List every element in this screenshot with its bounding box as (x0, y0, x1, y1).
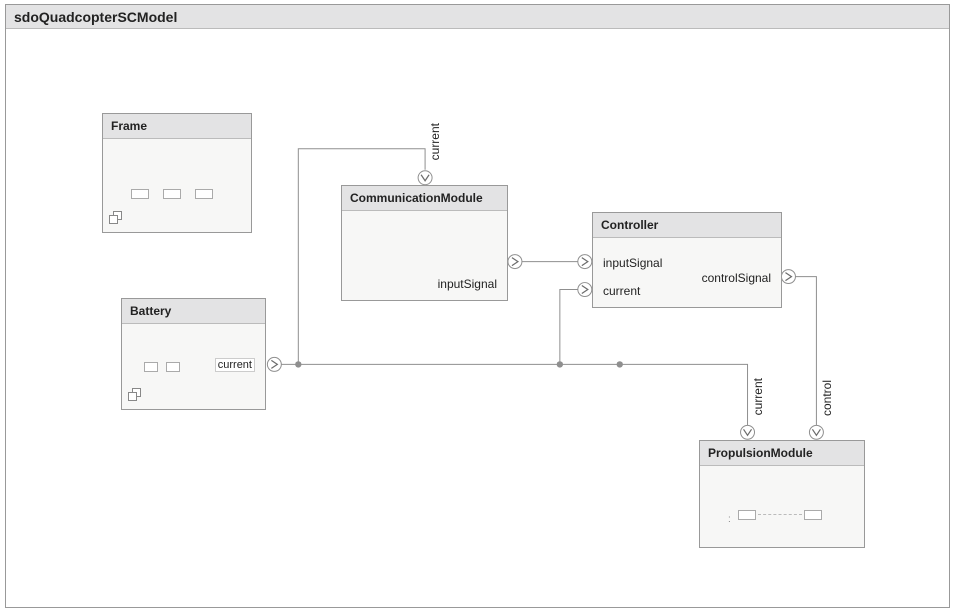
block-controller-title: Controller (593, 213, 781, 238)
port-label-comm-inputsignal: inputSignal (438, 277, 497, 291)
subblock-placeholder (738, 510, 756, 520)
block-propulsion-title: PropulsionModule (700, 441, 864, 466)
port-controller-inputsignal (578, 255, 592, 269)
subblock-placeholder (163, 189, 181, 199)
block-propulsion[interactable]: PropulsionModule : (699, 440, 865, 548)
block-frame-title: Frame (103, 114, 251, 139)
block-frame-body (103, 139, 251, 231)
block-frame[interactable]: Frame (102, 113, 252, 233)
subblock-placeholder (144, 362, 158, 372)
subsystem-icon (109, 211, 123, 225)
window-title: sdoQuadcopterSCModel (14, 9, 177, 25)
ellipsis-icon: : (728, 514, 731, 525)
block-communication-title: CommunicationModule (342, 186, 507, 211)
port-propulsion-current (741, 425, 755, 439)
block-propulsion-body: : (700, 466, 864, 546)
subblock-placeholder (131, 189, 149, 199)
port-label-controller-current: current (603, 284, 640, 298)
block-communication-body: inputSignal (342, 211, 507, 299)
port-label-battery-current: current (215, 358, 255, 372)
window-titlebar: sdoQuadcopterSCModel (6, 5, 949, 29)
model-window: sdoQuadcopterSCModel (5, 4, 950, 608)
port-comm-current (418, 171, 432, 185)
port-controller-controlsignal (781, 270, 795, 284)
diagram-canvas[interactable]: Frame Battery current CommunicationModul… (6, 30, 949, 607)
port-label-controller-inputsignal: inputSignal (603, 256, 662, 270)
block-controller-body: inputSignal current controlSignal (593, 238, 781, 306)
subblock-placeholder (166, 362, 180, 372)
block-communication[interactable]: CommunicationModule inputSignal (341, 185, 508, 301)
port-controller-current (578, 283, 592, 297)
port-label-propulsion-current: current (751, 378, 765, 415)
subblock-placeholder (195, 189, 213, 199)
port-label-controller-controlsignal: controlSignal (702, 271, 771, 285)
block-controller[interactable]: Controller inputSignal current controlSi… (592, 212, 782, 308)
port-propulsion-control (809, 425, 823, 439)
block-battery[interactable]: Battery current (121, 298, 266, 410)
block-battery-body: current (122, 324, 265, 408)
port-label-comm-current: current (428, 123, 442, 160)
subblock-placeholder (804, 510, 822, 520)
connector-placeholder (758, 514, 802, 515)
port-comm-inputsignal (508, 255, 522, 269)
subsystem-icon (128, 388, 142, 402)
port-battery-current (267, 357, 281, 371)
block-battery-title: Battery (122, 299, 265, 324)
port-label-propulsion-control: control (820, 380, 834, 416)
